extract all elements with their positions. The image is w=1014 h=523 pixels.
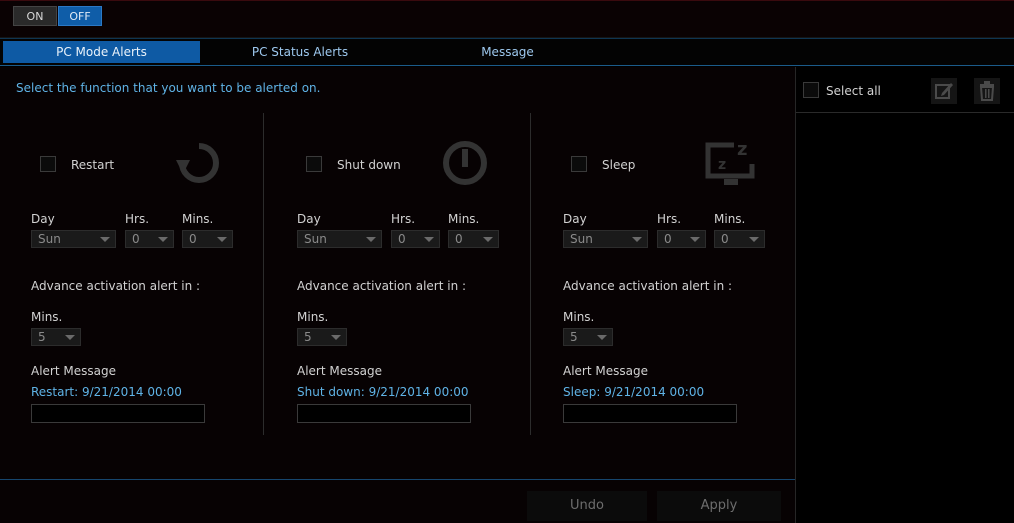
chevron-down-icon <box>424 237 434 242</box>
tab-pc-status-alerts[interactable]: PC Status Alerts <box>200 41 400 63</box>
edit-icon <box>935 83 953 99</box>
sleep-day-value: Sun <box>570 232 593 246</box>
shutdown-alert-message-input[interactable] <box>297 404 471 423</box>
chevron-down-icon <box>331 335 341 340</box>
chevron-down-icon <box>632 237 642 242</box>
tab-pc-mode-alerts[interactable]: PC Mode Alerts <box>3 41 200 63</box>
svg-text:z: z <box>718 157 726 173</box>
sleep-hrs-label: Hrs. <box>657 212 682 226</box>
restart-label: Restart <box>71 158 115 172</box>
restart-advance-mins-select[interactable]: 5 <box>31 328 81 346</box>
chevron-down-icon <box>690 237 700 242</box>
restart-hrs-label: Hrs. <box>125 212 150 226</box>
chevron-down-icon <box>158 237 168 242</box>
sleep-alert-message-input[interactable] <box>563 404 737 423</box>
sleep-mins-label: Mins. <box>714 212 746 226</box>
restart-advance-mins-label: Mins. <box>31 310 63 324</box>
sleep-mins-select[interactable]: 0 <box>714 230 765 248</box>
restart-mins-select[interactable]: 0 <box>182 230 233 248</box>
shutdown-hrs-value: 0 <box>398 232 406 246</box>
shutdown-alert-message-label: Alert Message <box>297 364 382 378</box>
section-divider <box>530 113 531 435</box>
shutdown-alert-message-text: Shut down: 9/21/2014 00:00 <box>297 385 469 399</box>
shutdown-mins-label: Mins. <box>448 212 480 226</box>
sleep-day-label: Day <box>563 212 587 226</box>
restart-advance-label: Advance activation alert in : <box>31 279 201 293</box>
trash-icon <box>979 81 995 101</box>
shutdown-mins-value: 0 <box>455 232 463 246</box>
restart-hrs-value: 0 <box>132 232 140 246</box>
shutdown-advance-mins-value: 5 <box>304 330 312 344</box>
restart-day-value: Sun <box>38 232 61 246</box>
sleep-advance-mins-select[interactable]: 5 <box>563 328 613 346</box>
shutdown-checkbox[interactable] <box>306 156 322 172</box>
section-divider <box>263 113 264 435</box>
restart-day-label: Day <box>31 212 55 226</box>
restart-hrs-select[interactable]: 0 <box>125 230 174 248</box>
shutdown-advance-mins-label: Mins. <box>297 310 329 324</box>
restart-alert-message-label: Alert Message <box>31 364 116 378</box>
restart-mins-label: Mins. <box>182 212 214 226</box>
chevron-down-icon <box>100 237 110 242</box>
apply-button[interactable]: Apply <box>657 491 781 521</box>
sleep-day-select[interactable]: Sun <box>563 230 648 248</box>
sleep-advance-mins-label: Mins. <box>563 310 595 324</box>
restart-icon <box>176 143 219 183</box>
tab-message[interactable]: Message <box>400 41 615 63</box>
shutdown-day-label: Day <box>297 212 321 226</box>
shutdown-hrs-label: Hrs. <box>391 212 416 226</box>
alerts-settings-panel <box>0 67 795 523</box>
restart-alert-message-text: Restart: 9/21/2014 00:00 <box>31 385 182 399</box>
bottom-divider <box>0 479 795 480</box>
svg-text:z: z <box>737 139 747 160</box>
undo-button[interactable]: Undo <box>527 491 647 521</box>
sleep-mins-value: 0 <box>721 232 729 246</box>
select-all-label: Select all <box>826 84 881 98</box>
restart-checkbox[interactable] <box>40 156 56 172</box>
chevron-down-icon <box>366 237 376 242</box>
shutdown-label: Shut down <box>337 158 401 172</box>
delete-button[interactable] <box>974 78 1000 104</box>
toggle-on-button[interactable]: ON <box>13 6 57 26</box>
select-all-checkbox[interactable] <box>803 82 819 98</box>
instruction-text: Select the function that you want to be … <box>16 81 321 95</box>
shutdown-day-select[interactable]: Sun <box>297 230 382 248</box>
power-icon <box>443 141 487 185</box>
chevron-down-icon <box>483 237 493 242</box>
chevron-down-icon <box>597 335 607 340</box>
restart-advance-mins-value: 5 <box>38 330 46 344</box>
sleep-label: Sleep <box>602 158 636 172</box>
restart-day-select[interactable]: Sun <box>31 230 116 248</box>
chevron-down-icon <box>65 335 75 340</box>
message-list-panel <box>795 67 1014 523</box>
top-bar <box>0 0 1014 38</box>
chevron-down-icon <box>217 237 227 242</box>
shutdown-mins-select[interactable]: 0 <box>448 230 499 248</box>
toggle-off-button[interactable]: OFF <box>58 6 102 26</box>
shutdown-hrs-select[interactable]: 0 <box>391 230 440 248</box>
chevron-down-icon <box>749 237 759 242</box>
shutdown-advance-mins-select[interactable]: 5 <box>297 328 347 346</box>
edit-button[interactable] <box>931 78 957 104</box>
sleep-advance-mins-value: 5 <box>570 330 578 344</box>
restart-mins-value: 0 <box>189 232 197 246</box>
sleep-checkbox[interactable] <box>571 156 587 172</box>
shutdown-day-value: Sun <box>304 232 327 246</box>
sleep-advance-label: Advance activation alert in : <box>563 279 733 293</box>
sleep-icon: z z <box>705 139 755 185</box>
shutdown-advance-label: Advance activation alert in : <box>297 279 467 293</box>
sleep-alert-message-text: Sleep: 9/21/2014 00:00 <box>563 385 705 399</box>
sleep-hrs-value: 0 <box>664 232 672 246</box>
sleep-alert-message-label: Alert Message <box>563 364 648 378</box>
restart-alert-message-input[interactable] <box>31 404 205 423</box>
sleep-hrs-select[interactable]: 0 <box>657 230 706 248</box>
